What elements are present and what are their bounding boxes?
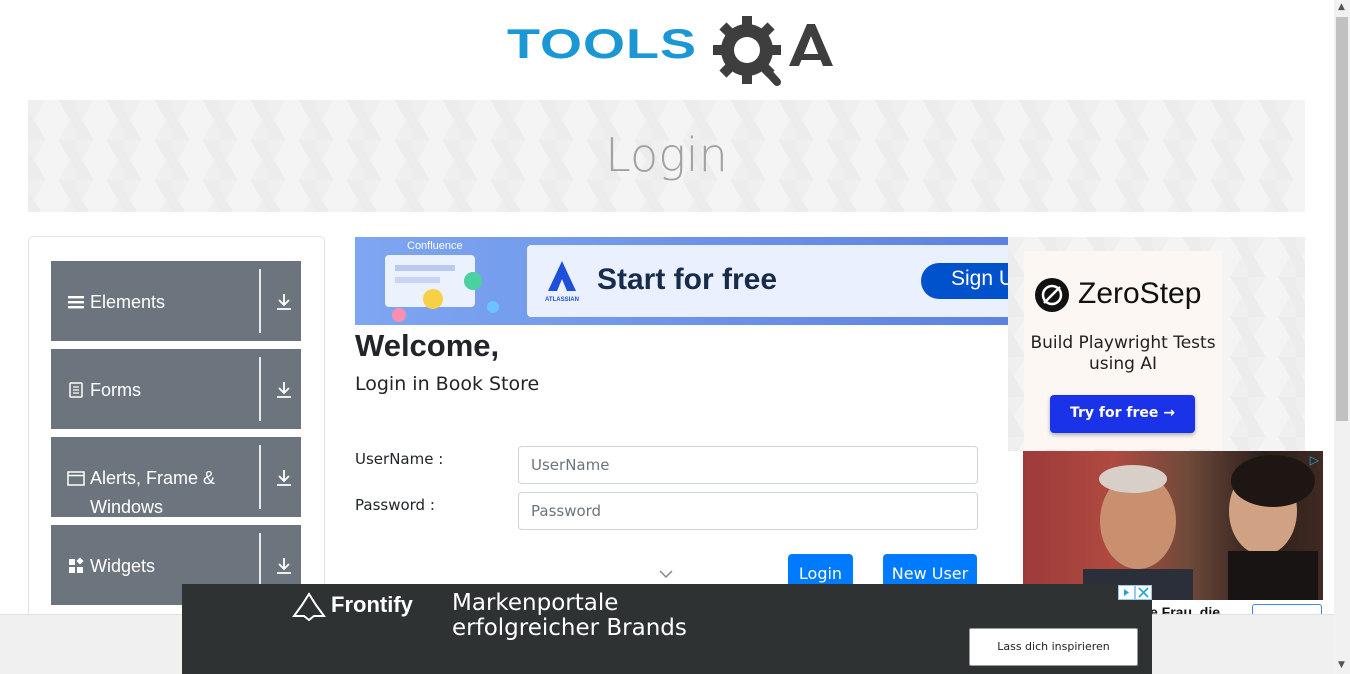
window-icon bbox=[67, 471, 85, 486]
document-icon bbox=[69, 382, 83, 398]
logo-gear-icon bbox=[713, 16, 833, 86]
page-banner: Login bbox=[28, 100, 1305, 212]
inspire-button[interactable]: Lass dich inspirieren bbox=[969, 628, 1138, 666]
nav-group-forms[interactable]: Forms bbox=[51, 349, 301, 429]
frontify-logo-icon bbox=[292, 592, 326, 622]
zerostep-tagline: Build Playwright Tests using AI bbox=[1030, 333, 1216, 374]
page: TOOLS Login Elements Forms Alerts, Frame… bbox=[0, 0, 1350, 674]
nav-group-alerts[interactable]: Alerts, Frame & Windows bbox=[51, 437, 301, 517]
adchoices-icon[interactable]: ▷ bbox=[1310, 453, 1319, 467]
frontify-ad[interactable]: Frontify Markenportale erfolgreicher Bra… bbox=[182, 584, 1152, 674]
zerostep-brand: ZeroStep bbox=[1078, 277, 1202, 310]
nav-group-label: Widgets bbox=[90, 556, 156, 576]
photo-ad-image[interactable]: ▷ bbox=[1023, 451, 1323, 600]
nav-group-label: Forms bbox=[90, 380, 141, 400]
atlassian-logo: ATLASSIAN bbox=[541, 259, 583, 307]
left-nav-panel: Elements Forms Alerts, Frame & Windows W… bbox=[28, 236, 325, 636]
try-for-free-button[interactable]: Try for free → bbox=[1050, 395, 1195, 433]
nav-divider bbox=[259, 445, 261, 509]
page-title: Login bbox=[605, 128, 728, 182]
logo-text: TOOLS bbox=[507, 20, 698, 68]
ad-signup-button[interactable]: Sign U bbox=[921, 263, 1008, 299]
login-subtitle: Login in Book Store bbox=[355, 373, 540, 395]
ad-close-controls[interactable] bbox=[1118, 585, 1152, 600]
right-ad-container: ZeroStep Build Playwright Tests using AI… bbox=[1008, 237, 1305, 451]
vertical-scrollbar[interactable]: ▲ ▼ bbox=[1334, 0, 1350, 674]
password-label: Password : bbox=[355, 496, 435, 514]
scroll-up-icon[interactable]: ▲ bbox=[1338, 2, 1345, 12]
ad-photo-image bbox=[1083, 455, 1318, 600]
scrollbar-thumb[interactable] bbox=[1336, 17, 1348, 421]
ad-panel: ATLASSIAN Start for free Sign U bbox=[527, 245, 1008, 317]
download-arrow-icon[interactable] bbox=[276, 293, 292, 311]
frontify-brand: Frontify bbox=[331, 592, 413, 617]
username-input[interactable] bbox=[518, 446, 978, 484]
atlassian-icon bbox=[548, 261, 576, 291]
nav-divider bbox=[259, 269, 261, 333]
chevron-down-icon[interactable] bbox=[658, 569, 674, 579]
scroll-down-icon[interactable]: ▼ bbox=[1338, 660, 1345, 670]
confluence-ad[interactable]: Confluence ATLASSIAN Start for free Sign… bbox=[355, 237, 1008, 325]
hamburger-icon bbox=[68, 296, 84, 309]
nav-group-label: Alerts, Frame & Windows bbox=[90, 468, 216, 517]
nav-group-elements[interactable]: Elements bbox=[51, 261, 301, 341]
download-arrow-icon[interactable] bbox=[276, 557, 292, 575]
ad-close-icon[interactable] bbox=[1118, 585, 1152, 600]
username-label: UserName : bbox=[355, 450, 444, 468]
download-arrow-icon[interactable] bbox=[276, 381, 292, 399]
confluence-label: Confluence bbox=[407, 240, 463, 252]
download-arrow-icon[interactable] bbox=[276, 469, 292, 487]
frontify-copy: Markenportale erfolgreicher Brands bbox=[452, 590, 687, 641]
nav-divider bbox=[259, 357, 261, 421]
zerostep-logo-icon bbox=[1035, 278, 1069, 312]
widgets-icon bbox=[69, 557, 84, 573]
nav-group-label: Elements bbox=[90, 292, 166, 312]
ad-headline: Start for free bbox=[597, 263, 778, 296]
toolsqa-logo[interactable]: TOOLS bbox=[507, 14, 833, 92]
welcome-heading: Welcome, bbox=[355, 328, 500, 363]
password-input[interactable] bbox=[518, 492, 978, 530]
zerostep-ad[interactable]: ZeroStep Build Playwright Tests using AI… bbox=[1024, 251, 1222, 449]
atlassian-label: ATLASSIAN bbox=[545, 297, 579, 303]
